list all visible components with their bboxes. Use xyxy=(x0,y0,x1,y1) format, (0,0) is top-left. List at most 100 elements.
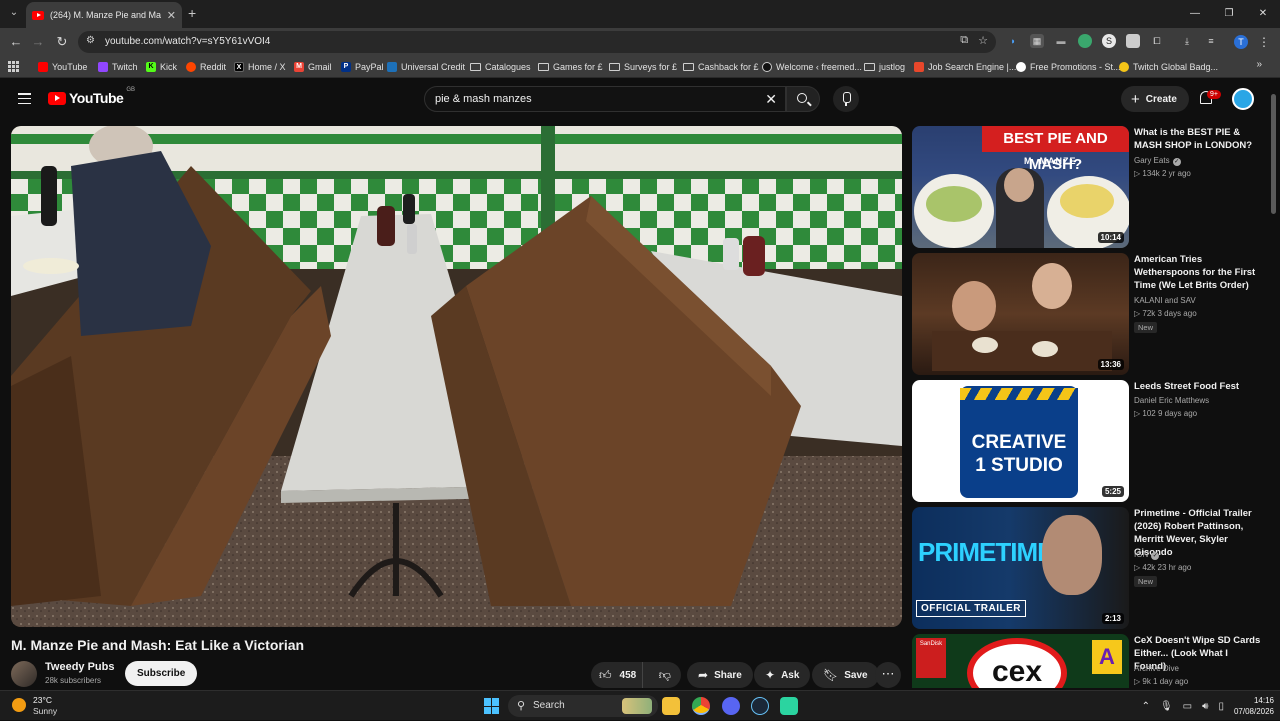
extension-grid-icon[interactable]: ▦ xyxy=(1030,34,1044,48)
downloads-icon[interactable]: ⤓ xyxy=(1180,34,1194,48)
tab-search-button[interactable]: ⌄ xyxy=(6,5,22,21)
video-thumbnail[interactable]: PRIMETIME OFFICIAL TRAILER 2:13 xyxy=(912,507,1129,629)
recommendation-item[interactable]: BEST PIE AND MASH? M. MANZE 10:14 What i… xyxy=(912,126,1262,248)
bookmark-folder-cashback[interactable]: Cashback for £ xyxy=(683,60,759,74)
extension-box-icon[interactable] xyxy=(1126,34,1140,48)
bookmark-folder-games[interactable]: Games for £ xyxy=(538,60,603,74)
recommendation-title[interactable]: American Tries Wetherspoons for the Firs… xyxy=(1134,253,1262,292)
scrollbar-thumb[interactable] xyxy=(1271,94,1276,214)
file-explorer-icon[interactable] xyxy=(662,697,680,715)
install-app-icon[interactable]: ⧉ xyxy=(960,34,968,47)
share-button[interactable]: ➦ Share xyxy=(687,662,753,688)
chrome-icon[interactable] xyxy=(692,697,710,715)
bookmark-folder-catalogues[interactable]: Catalogues xyxy=(470,60,531,74)
bookmark-job-search[interactable]: Job Search Engine |... xyxy=(914,60,1016,74)
video-thumbnail[interactable]: BEST PIE AND MASH? M. MANZE 10:14 xyxy=(912,126,1129,248)
extension-shield-icon[interactable] xyxy=(1078,34,1092,48)
minimize-button[interactable]: — xyxy=(1178,0,1212,28)
youtube-logo[interactable]: YouTube GB xyxy=(48,87,135,106)
bookmark-gmail[interactable]: M Gmail xyxy=(294,60,332,74)
extension-s-icon[interactable]: S xyxy=(1102,34,1116,48)
guide-menu-icon[interactable] xyxy=(18,93,31,104)
voice-search-button[interactable] xyxy=(833,86,859,112)
video-player[interactable] xyxy=(11,126,902,627)
close-window-button[interactable]: ✕ xyxy=(1246,0,1280,28)
subscribe-button[interactable]: Subscribe xyxy=(125,661,198,686)
extension-audio-icon[interactable]: ◗ xyxy=(1006,34,1020,48)
account-avatar[interactable] xyxy=(1232,88,1254,110)
bookmark-twitch[interactable]: Twitch xyxy=(98,60,138,74)
forward-button[interactable]: → xyxy=(30,34,46,50)
video-thumbnail[interactable]: 13:36 xyxy=(912,253,1129,375)
save-button[interactable]: 🔖︎ Save xyxy=(812,662,879,688)
recommendation-title[interactable]: Leeds Street Food Fest xyxy=(1134,380,1262,393)
weather-condition[interactable]: Sunny xyxy=(33,706,57,716)
search-input[interactable]: pie & mash manzes ✕ xyxy=(424,86,786,112)
ask-button[interactable]: ✦ Ask xyxy=(754,662,811,688)
recommendation-title[interactable]: What is the BEST PIE & MASH SHOP in LOND… xyxy=(1134,126,1262,152)
more-bookmarks-icon[interactable]: » xyxy=(1256,59,1262,70)
extensions-puzzle-icon[interactable]: ⧠ xyxy=(1150,34,1164,48)
clear-search-icon[interactable]: ✕ xyxy=(765,91,777,108)
microphone-icon[interactable]: 🎙︎ xyxy=(1160,701,1173,712)
recommendation-channel[interactable]: Archive Dive xyxy=(1134,664,1179,673)
bookmark-universal-credit[interactable]: Universal Credit xyxy=(387,60,465,74)
bookmark-reddit[interactable]: Reddit xyxy=(186,60,226,74)
channel-name[interactable]: Tweedy Pubs xyxy=(45,661,114,673)
back-button[interactable]: ← xyxy=(8,34,24,50)
bookmark-twitch-badges[interactable]: Twitch Global Badg... xyxy=(1119,60,1218,74)
recommendation-channel[interactable]: KALANI and SAV xyxy=(1134,296,1196,305)
recommendation-channel[interactable]: IGN ✓ xyxy=(1134,550,1160,560)
recommendation-item[interactable]: CREATIVE 1 STUDIO 5:25 Leeds Street Food… xyxy=(912,380,1262,502)
bookmark-folder-surveys[interactable]: Surveys for £ xyxy=(609,60,677,74)
bookmark-paypal[interactable]: P PayPal xyxy=(341,60,384,74)
bookmark-kick[interactable]: K Kick xyxy=(146,60,177,74)
create-button[interactable]: + Create xyxy=(1121,86,1189,112)
video-thumbnail[interactable]: CREATIVE 1 STUDIO 5:25 xyxy=(912,380,1129,502)
bookmark-star-icon[interactable]: ☆ xyxy=(978,34,988,47)
bookmark-youtube[interactable]: YouTube xyxy=(38,60,87,74)
page-scrollbar[interactable] xyxy=(1271,84,1276,688)
dislike-button[interactable]: 👎︎ xyxy=(649,668,681,683)
discord-icon[interactable] xyxy=(722,697,740,715)
more-actions-icon[interactable]: ⋯ xyxy=(875,662,901,688)
reading-list-icon[interactable]: ≡ xyxy=(1204,34,1218,48)
app-icon[interactable] xyxy=(780,697,798,715)
recommendation-item[interactable]: SanDisk cex A CeX Doesn't Wipe SD Cards … xyxy=(912,634,1262,688)
like-button[interactable]: 👍︎ 458 xyxy=(591,662,643,688)
show-hidden-icons[interactable]: ⌃ xyxy=(1142,701,1150,712)
restore-button[interactable]: ❐ xyxy=(1212,0,1246,28)
close-tab-icon[interactable]: ✕ xyxy=(167,9,176,22)
plus-icon: + xyxy=(1131,90,1140,108)
weather-temperature[interactable]: 23°C xyxy=(33,695,52,705)
windows-start-icon[interactable] xyxy=(484,698,500,714)
recommendation-channel[interactable]: Gary Eats ✓ xyxy=(1134,156,1181,166)
taskbar-search-box[interactable]: ⚲ Search xyxy=(508,695,658,717)
recommendation-item[interactable]: 13:36 American Tries Wetherspoons for th… xyxy=(912,253,1262,375)
address-bar[interactable]: ⚙ youtube.com/watch?v=sY5Y61vVOI4 ⧉ ☆ xyxy=(78,31,996,53)
recommendation-item[interactable]: PRIMETIME OFFICIAL TRAILER 2:13 Primetim… xyxy=(912,507,1262,629)
bookmark-folder-justlog[interactable]: justlog xyxy=(864,60,905,74)
bookmark-x[interactable]: X Home / X xyxy=(234,60,286,74)
bookmark-free-promotions[interactable]: Free Promotions - St... xyxy=(1016,60,1121,74)
profile-avatar-icon[interactable]: T xyxy=(1234,35,1248,49)
browser-menu-icon[interactable]: ⋮ xyxy=(1258,35,1270,49)
bookmark-freemed[interactable]: Welcome ‹ freemed... xyxy=(762,60,862,74)
clock[interactable]: 14:16 07/08/2026 xyxy=(1234,695,1274,717)
battery-icon[interactable]: ▯ xyxy=(1218,701,1224,712)
network-icon[interactable]: ▭ xyxy=(1183,701,1192,712)
sun-icon[interactable] xyxy=(12,698,26,712)
site-info-icon[interactable]: ⚙ xyxy=(86,35,95,46)
apps-grid-icon[interactable] xyxy=(8,61,19,72)
steam-icon[interactable] xyxy=(751,697,769,715)
reload-button[interactable]: ↻ xyxy=(54,34,70,50)
browser-tab-active[interactable]: (264) M. Manze Pie and Mash: E ✕ xyxy=(26,2,182,28)
extension-hat-icon[interactable]: ▬ xyxy=(1054,34,1068,48)
new-tab-button[interactable]: + xyxy=(188,5,196,21)
video-thumbnail[interactable]: SanDisk cex A xyxy=(912,634,1129,688)
channel-avatar[interactable] xyxy=(11,661,37,687)
search-button[interactable] xyxy=(786,86,820,112)
volume-icon[interactable]: 🔊︎ xyxy=(1202,701,1208,712)
recommendation-channel[interactable]: Daniel Eric Matthews xyxy=(1134,396,1209,405)
share-arrow-icon: ➦ xyxy=(698,668,709,682)
